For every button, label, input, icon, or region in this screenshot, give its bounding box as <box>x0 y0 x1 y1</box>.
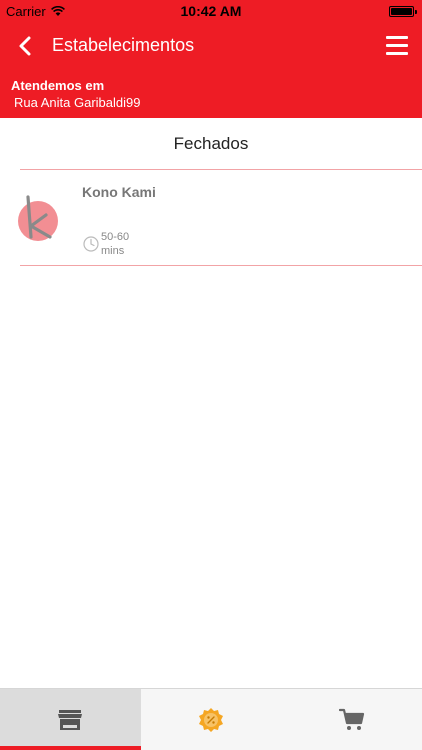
cart-icon <box>338 708 364 730</box>
battery-icon <box>389 6 417 17</box>
store-name: Kono Kami <box>82 184 156 200</box>
status-time: 10:42 AM <box>180 3 242 19</box>
active-tab-indicator <box>0 746 141 750</box>
delivery-time-unit: mins <box>101 245 125 257</box>
clock-icon <box>83 236 99 252</box>
hamburger-menu-icon[interactable] <box>386 36 408 56</box>
navigation-bar: Estabelecimentos <box>0 22 422 70</box>
tab-stores[interactable] <box>0 689 141 750</box>
section-divider <box>20 169 422 170</box>
store-divider <box>20 265 422 266</box>
delivery-time-range: 50-60 <box>101 231 130 243</box>
delivery-address-banner: Atendemos em Rua Anita Garibaldi99 <box>0 70 422 118</box>
address-value: Rua Anita Garibaldi99 <box>14 95 141 110</box>
status-bar: Carrier 10:42 AM <box>0 0 422 22</box>
store-icon <box>58 709 83 730</box>
tab-promotions[interactable] <box>141 689 282 750</box>
store-list-item[interactable]: Kono Kami 50-60 mins <box>0 171 422 265</box>
address-label: Atendemos em <box>11 78 105 93</box>
back-chevron-icon[interactable] <box>14 34 38 58</box>
page-title: Estabelecimentos <box>52 35 195 55</box>
section-title-closed: Fechados <box>173 134 249 153</box>
store-logo <box>18 195 58 241</box>
bottom-tab-bar <box>0 688 422 750</box>
tab-cart[interactable] <box>281 689 422 750</box>
promotion-badge-icon <box>199 707 223 732</box>
